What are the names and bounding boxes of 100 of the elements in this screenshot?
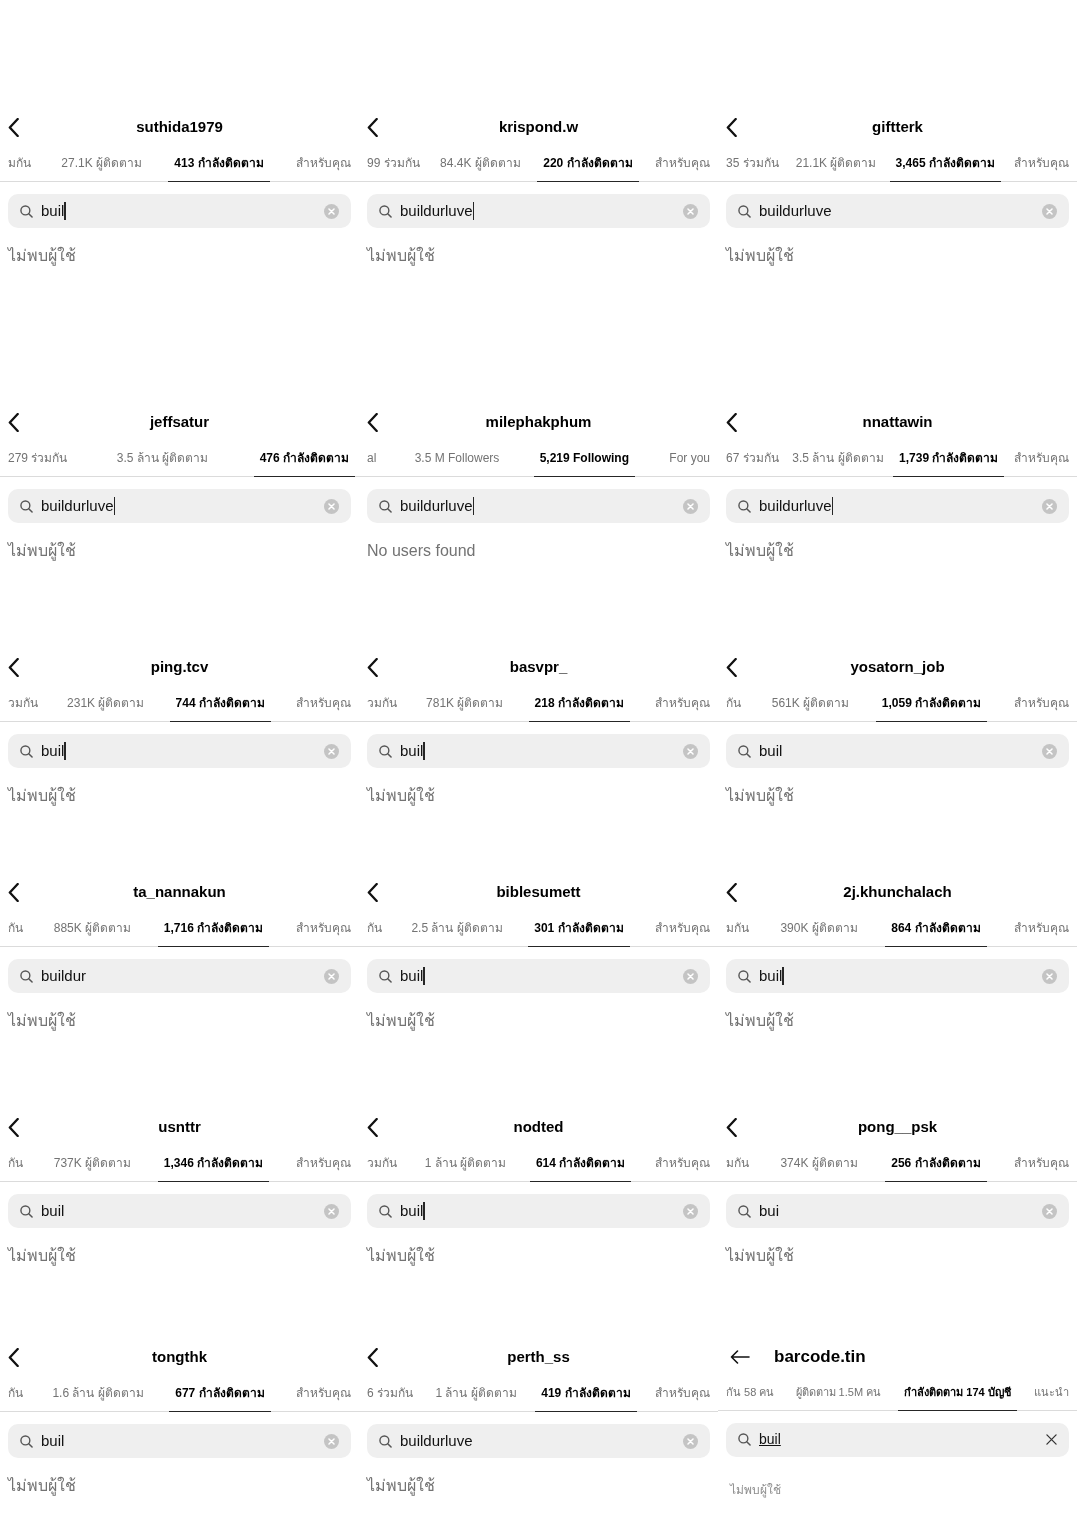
back-chevron-icon[interactable] — [8, 1117, 19, 1137]
tab[interactable]: 21.1K ผู้ติดตาม — [791, 150, 881, 182]
back-chevron-icon[interactable] — [367, 882, 378, 902]
tab[interactable]: 374K ผู้ติดตาม — [776, 1150, 862, 1182]
search-field[interactable]: buildurluve — [726, 194, 1069, 228]
tab[interactable]: 1,716 กำลังติดตาม — [157, 915, 270, 947]
tab[interactable]: สำหรับคุณ — [292, 150, 355, 182]
tab[interactable]: 256 กำลังติดตาม — [885, 1150, 987, 1182]
tab[interactable]: 885K ผู้ติดตาม — [49, 915, 136, 947]
tab[interactable]: 220 กำลังติดตาม — [537, 150, 639, 182]
tab[interactable]: กัน — [4, 1150, 27, 1182]
tab[interactable]: 301 กำลังติดตาม — [528, 915, 630, 947]
back-chevron-icon[interactable] — [8, 882, 19, 902]
tab[interactable]: 419 กำลังติดตาม — [535, 1380, 637, 1412]
tab[interactable]: สำหรับคุณ — [292, 1380, 355, 1412]
tab[interactable]: สำหรับคุณ — [1010, 150, 1073, 182]
search-field[interactable]: buildurluve — [726, 489, 1069, 523]
search-field[interactable]: buil — [726, 734, 1069, 768]
tab[interactable]: สำหรับคุณ — [292, 690, 355, 722]
back-chevron-icon[interactable] — [367, 412, 378, 432]
tab[interactable]: 231K ผู้ติดตาม — [63, 690, 149, 722]
back-chevron-icon[interactable] — [8, 117, 19, 137]
search-field[interactable]: buildurluve — [367, 489, 710, 523]
tab[interactable]: สำหรับคุณ — [650, 150, 714, 182]
tab[interactable]: มกัน — [722, 915, 753, 947]
tab[interactable]: 218 กำลังติดตาม — [528, 690, 630, 722]
search-field[interactable]: buil — [367, 734, 710, 768]
tab[interactable]: กำลังติดตาม 174 บัญชี — [898, 1380, 1017, 1411]
tab[interactable]: กัน — [363, 915, 386, 947]
search-field[interactable]: buil — [726, 959, 1069, 993]
tab[interactable]: 1,059 กำลังติดตาม — [875, 690, 988, 722]
tab[interactable]: For you — [665, 445, 714, 477]
tab[interactable]: กัน — [4, 915, 27, 947]
tab[interactable]: 737K ผู้ติดตาม — [49, 1150, 136, 1182]
search-field[interactable]: buildurluve — [367, 194, 710, 228]
tab[interactable]: สำหรับคุณ — [651, 915, 714, 947]
search-field[interactable]: buil — [367, 1194, 710, 1228]
tab[interactable]: 413 กำลังติดตาม — [168, 150, 270, 182]
tab[interactable]: 3.5 ล้าน ผู้ติดตาม — [788, 445, 888, 477]
tab[interactable]: 561K ผู้ติดตาม — [767, 690, 854, 722]
tab[interactable]: กัน — [722, 690, 745, 722]
tab[interactable]: 1,346 กำลังติดตาม — [157, 1150, 270, 1182]
search-field[interactable]: bui — [726, 1194, 1069, 1228]
tab[interactable]: สำหรับคุณ — [1009, 445, 1073, 477]
tab[interactable]: 864 กำลังติดตาม — [885, 915, 987, 947]
tab[interactable]: สำหรับคุณ — [651, 1150, 714, 1182]
close-icon[interactable] — [1046, 1434, 1057, 1445]
tab[interactable]: 1 ล้าน ผู้ติดตาม — [420, 1150, 511, 1182]
tab[interactable]: สำหรับคุณ — [292, 1150, 355, 1182]
back-chevron-icon[interactable] — [726, 882, 737, 902]
back-chevron-icon[interactable] — [726, 1117, 737, 1137]
search-field[interactable]: buil — [8, 194, 351, 228]
tab[interactable]: 1.6 ล้าน ผู้ติดตาม — [48, 1380, 148, 1412]
tab[interactable]: 6 ร่วมกัน — [363, 1380, 417, 1412]
tab[interactable]: 3.5 M Followers — [410, 445, 504, 477]
search-field[interactable]: buil — [8, 734, 351, 768]
tab[interactable]: ผู้ติดตาม 1.5M คน — [791, 1380, 886, 1411]
tab[interactable]: มกัน — [4, 150, 35, 182]
search-field[interactable]: buil — [8, 1424, 351, 1458]
back-chevron-icon[interactable] — [8, 1347, 19, 1367]
tab[interactable]: สำหรับคุณ — [651, 690, 714, 722]
tab[interactable]: 390K ผู้ติดตาม — [776, 915, 862, 947]
search-field[interactable]: buildur — [8, 959, 351, 993]
search-field[interactable]: buil — [726, 1422, 1069, 1457]
tab[interactable]: แนะนำ — [1029, 1380, 1073, 1411]
back-chevron-icon[interactable] — [367, 1347, 378, 1367]
tab[interactable]: สำหรับคุณ — [1010, 1150, 1073, 1182]
back-chevron-icon[interactable] — [367, 657, 378, 677]
tab[interactable]: 1 ล้าน ผู้ติดตาม — [431, 1380, 521, 1412]
tab[interactable]: วมกัน — [363, 690, 401, 722]
tab[interactable]: สำหรับคุณ — [1010, 915, 1073, 947]
tab[interactable]: มกัน — [722, 1150, 753, 1182]
tab[interactable]: 84.4K ผู้ติดตาม — [436, 150, 525, 182]
tab[interactable]: วมกัน — [363, 1150, 401, 1182]
tab[interactable]: 2.5 ล้าน ผู้ติดตาม — [407, 915, 507, 947]
back-chevron-icon[interactable] — [367, 117, 378, 137]
back-chevron-icon[interactable] — [726, 117, 737, 137]
back-chevron-icon[interactable] — [8, 657, 19, 677]
tab[interactable]: al — [363, 445, 381, 477]
tab[interactable]: 3.5 ล้าน ผู้ติดตาม — [112, 445, 213, 477]
tab[interactable]: 99 ร่วมกัน — [363, 150, 424, 182]
search-field[interactable]: buil — [8, 1194, 351, 1228]
search-field[interactable]: buildurluve — [8, 489, 351, 523]
tab[interactable]: 614 กำลังติดตาม — [529, 1150, 632, 1182]
tab[interactable]: 279 ร่วมกัน — [4, 445, 72, 477]
back-chevron-icon[interactable] — [726, 657, 737, 677]
back-arrow-icon[interactable] — [730, 1350, 750, 1364]
tab[interactable]: สำหรับคุณ — [651, 1380, 714, 1412]
tab[interactable]: 67 ร่วมกัน — [722, 445, 783, 477]
tab[interactable]: 476 กำลังติดตาม — [253, 445, 355, 477]
tab[interactable]: สำหรับคุณ — [1010, 690, 1073, 722]
back-chevron-icon[interactable] — [726, 412, 737, 432]
search-field[interactable]: buildurluve — [367, 1424, 710, 1458]
tab[interactable]: กัน 58 คน — [722, 1380, 779, 1411]
tab[interactable]: สำหรับคุณ — [292, 915, 355, 947]
tab[interactable]: 1,739 กำลังติดตาม — [893, 445, 1005, 477]
tab[interactable]: 27.1K ผู้ติดตาม — [57, 150, 146, 182]
tab[interactable]: 5,219 Following — [533, 445, 635, 477]
tab[interactable]: 3,465 กำลังติดตาม — [889, 150, 1001, 182]
tab[interactable]: กัน — [4, 1380, 27, 1412]
